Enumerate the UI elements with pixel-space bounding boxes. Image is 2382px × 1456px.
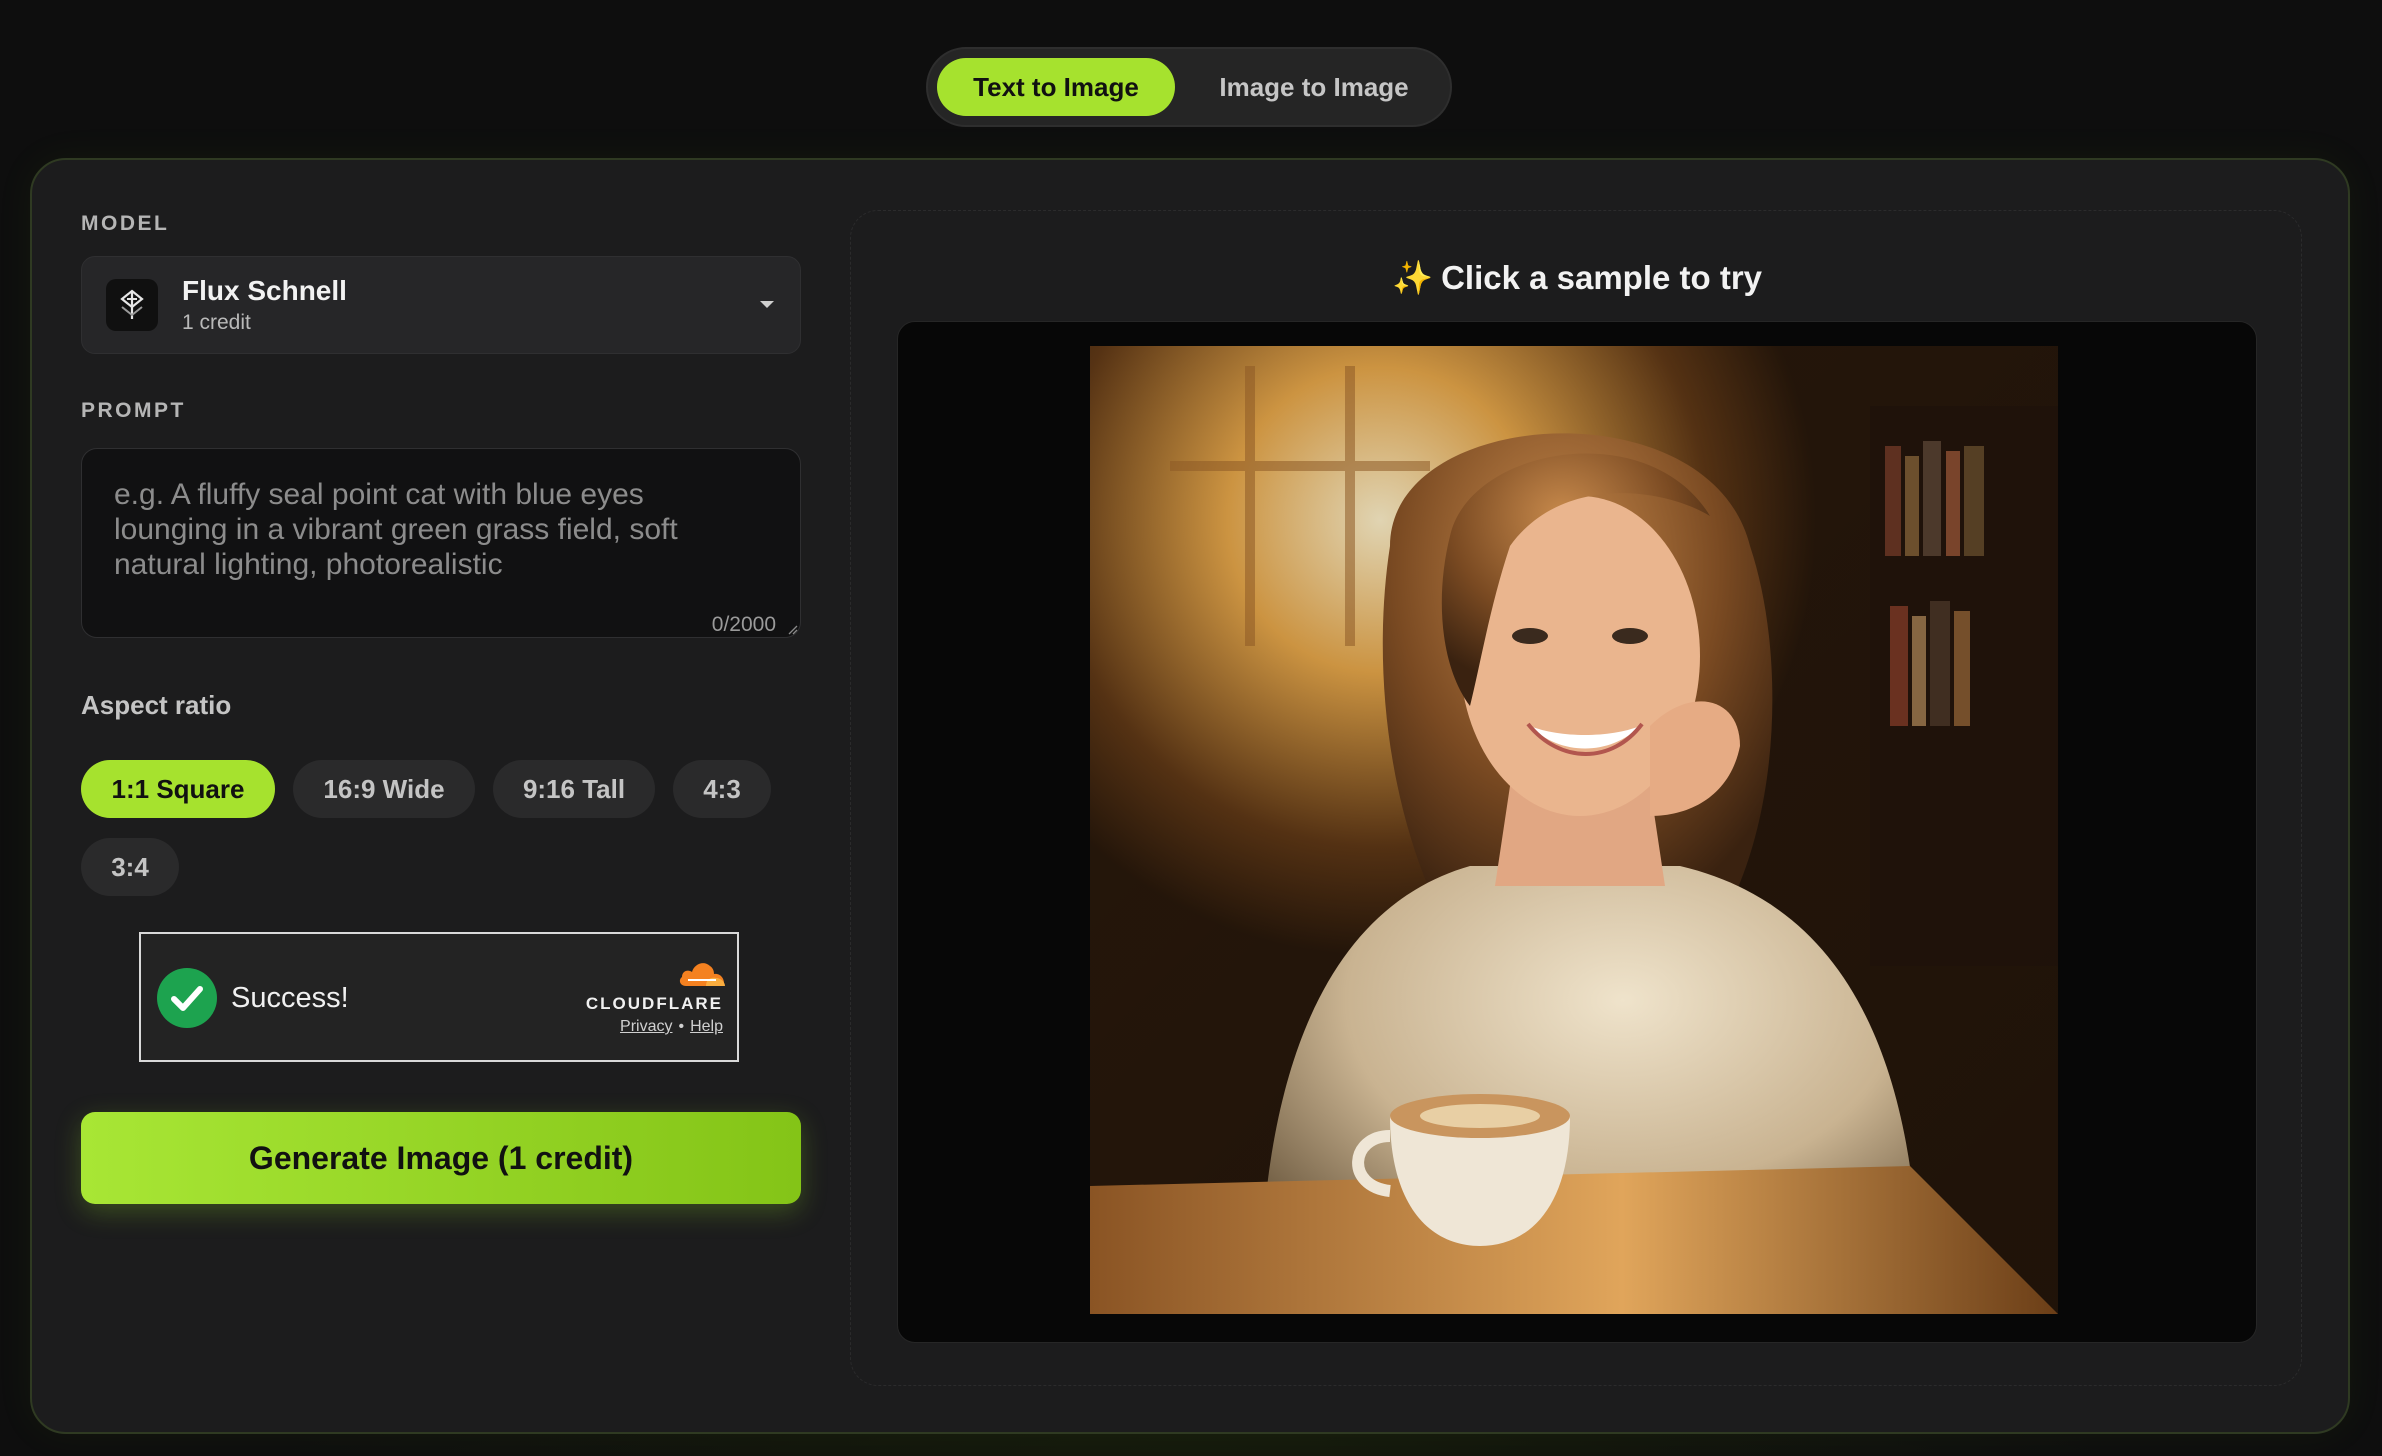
model-credit: 1 credit <box>182 311 251 334</box>
tab-image-to-image[interactable]: Image to Image <box>1190 58 1438 116</box>
generate-image-button[interactable]: Generate Image (1 credit) <box>81 1112 801 1204</box>
sample-image-frame[interactable] <box>897 321 2257 1343</box>
prompt-container: 0/2000 <box>81 448 801 638</box>
preview-area: ✨ Click a sample to try <box>850 210 2302 1386</box>
model-logo-icon <box>106 279 158 331</box>
prompt-section-label: PROMPT <box>81 399 186 422</box>
cloudflare-logo-icon <box>679 963 725 986</box>
main-panel: MODEL Flux Schnell 1 credit PROMPT 0/200… <box>30 158 2350 1434</box>
captcha-widget: Success! CLOUDFLARE Privacy • Help <box>139 932 739 1062</box>
sparkle-icon: ✨ <box>1391 259 1434 296</box>
mode-toggle: Text to Image Image to Image <box>926 47 1452 127</box>
prompt-input[interactable] <box>114 477 764 597</box>
check-circle-icon <box>157 968 217 1028</box>
aspect-option-1-1-square[interactable]: 1:1 Square <box>81 760 275 818</box>
captcha-status: Success! <box>231 982 349 1014</box>
privacy-link[interactable]: Privacy <box>620 1018 672 1035</box>
aspect-option-9-16-tall[interactable]: 9:16 Tall <box>493 760 655 818</box>
model-section-label: MODEL <box>81 212 170 235</box>
model-selector[interactable]: Flux Schnell 1 credit <box>81 256 801 354</box>
aspect-option-16-9-wide[interactable]: 16:9 Wide <box>293 760 475 818</box>
sample-heading: ✨ Click a sample to try <box>851 259 2303 298</box>
char-count: 0/2000 <box>711 613 776 636</box>
link-separator: • <box>678 1018 685 1035</box>
aspect-option-3-4[interactable]: 3:4 <box>81 838 179 896</box>
resize-handle-icon[interactable] <box>786 623 798 635</box>
chevron-down-icon <box>760 301 774 308</box>
aspect-ratio-label: Aspect ratio <box>81 690 232 720</box>
sample-image[interactable] <box>1090 346 2058 1314</box>
model-name: Flux Schnell <box>182 275 347 306</box>
sample-heading-text: Click a sample to try <box>1441 259 1763 296</box>
aspect-option-4-3[interactable]: 4:3 <box>673 760 771 818</box>
captcha-links: Privacy • Help <box>620 1018 723 1036</box>
help-link[interactable]: Help <box>690 1018 723 1035</box>
tab-text-to-image[interactable]: Text to Image <box>937 58 1175 116</box>
cloudflare-wordmark: CLOUDFLARE <box>585 994 723 1013</box>
